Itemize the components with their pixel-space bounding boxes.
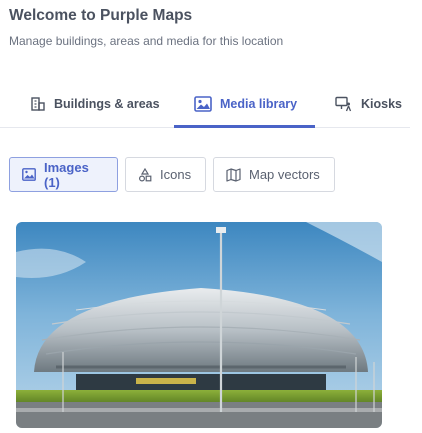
filter-images-button[interactable]: Images (1)	[9, 157, 118, 192]
page-title: Welcome to Purple Maps	[9, 7, 193, 24]
map-icon	[226, 167, 241, 182]
tab-label: Kiosks	[361, 96, 402, 111]
tab-kiosks[interactable]: Kiosks	[335, 80, 402, 127]
image-icon	[22, 168, 36, 181]
filter-label: Icons	[160, 167, 192, 182]
page-subtitle: Manage buildings, areas and media for th…	[9, 34, 284, 48]
building-icon	[30, 96, 46, 112]
filter-label: Images (1)	[44, 159, 89, 190]
arena-photo	[16, 222, 382, 428]
tab-bar: Buildings & areas Media library Kiosks	[0, 80, 410, 128]
tab-media-library[interactable]: Media library	[174, 80, 315, 128]
tab-label: Media library	[220, 96, 298, 111]
page-header: Welcome to Purple Maps Manage buildings,…	[9, 6, 409, 49]
filter-map-vectors-button[interactable]: Map vectors	[213, 157, 335, 192]
tab-label: Buildings & areas	[54, 96, 160, 111]
filter-icons-button[interactable]: Icons	[125, 157, 206, 192]
media-image-card[interactable]	[16, 222, 382, 428]
kiosk-icon	[335, 96, 353, 112]
image-icon	[194, 95, 212, 112]
shapes-icon	[138, 167, 152, 182]
tab-buildings-areas[interactable]: Buildings & areas	[30, 80, 160, 127]
filter-label: Map vectors	[249, 167, 320, 182]
